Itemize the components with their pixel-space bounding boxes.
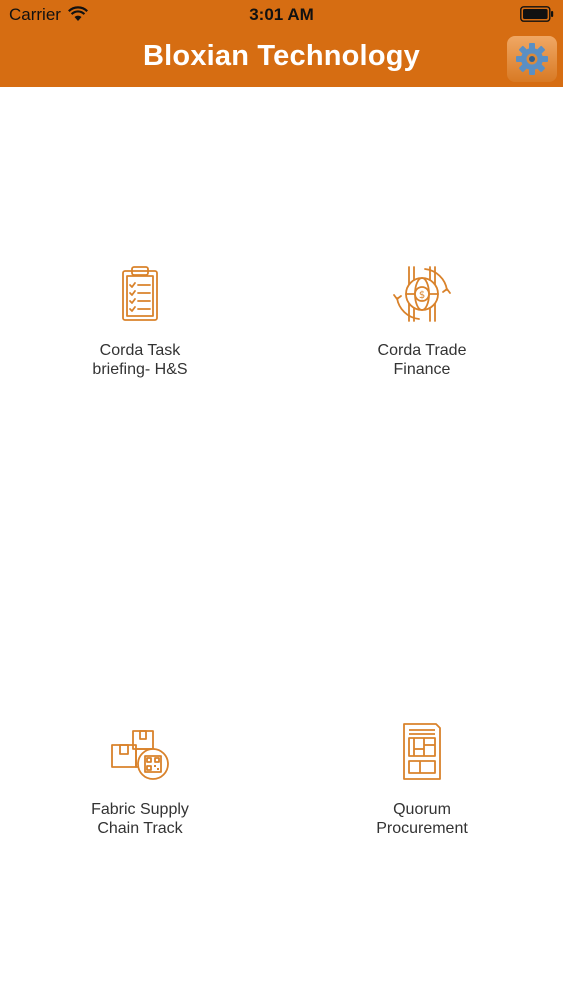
tile-label: Corda Trade Finance: [377, 342, 467, 378]
document-form-icon: [403, 723, 441, 780]
tile-corda-task-briefing[interactable]: Corda Task briefing- H&S: [40, 264, 240, 379]
battery-icon: [520, 6, 554, 22]
tile-label: Quorum Procurement: [376, 801, 468, 837]
tile-corda-trade-finance[interactable]: $ Corda Trade Finance: [322, 264, 522, 379]
svg-text:$: $: [419, 290, 425, 301]
boxes-qr-code-icon: [111, 730, 169, 780]
globe-dollar-exchange-icon: $: [393, 266, 451, 322]
page-title: Bloxian Technology: [143, 40, 420, 72]
settings-button[interactable]: [507, 36, 557, 82]
clipboard-checklist-icon: [122, 266, 158, 321]
tile-label: Fabric Supply Chain Track: [91, 801, 189, 837]
navigation-bar: Carrier 3:01 AM Bloxian Technology: [0, 0, 563, 87]
gear-icon: [516, 43, 548, 75]
tile-fabric-supply-chain-track[interactable]: Fabric Supply Chain Track: [40, 721, 240, 838]
status-time: 3:01 AM: [249, 5, 314, 24]
status-bar: Carrier 3:01 AM: [0, 0, 563, 30]
tile-label: Corda Task briefing- H&S: [92, 342, 188, 378]
tile-quorum-procurement[interactable]: Quorum Procurement: [322, 721, 522, 838]
